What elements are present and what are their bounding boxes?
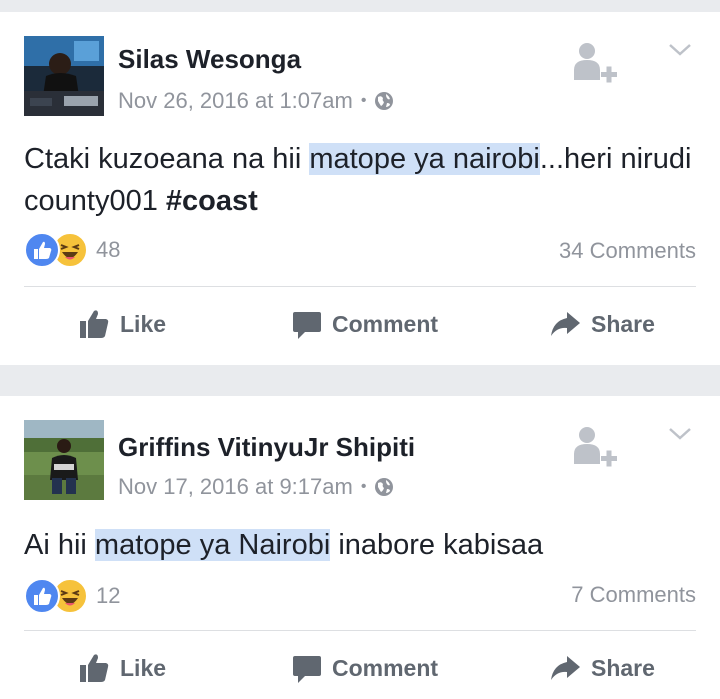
reactions-summary[interactable]: 12 xyxy=(24,578,120,614)
comment-label: Comment xyxy=(332,654,439,681)
comment-icon xyxy=(293,656,321,683)
comment-count[interactable]: 7 Comments xyxy=(571,582,696,608)
highlighted-phrase: matope ya nairobi xyxy=(309,143,540,175)
avatar[interactable] xyxy=(24,420,104,500)
divider xyxy=(24,630,696,631)
feed-post: Silas Wesonga Nov 26, 2016 at 1:07am • C… xyxy=(0,12,720,365)
post-text-end: inabore kabisaa xyxy=(330,529,544,561)
post-meta: Nov 26, 2016 at 1:07am • xyxy=(118,88,394,114)
share-label: Share xyxy=(591,310,655,337)
like-reaction-icon xyxy=(24,232,60,268)
globe-icon xyxy=(374,477,394,497)
reaction-count: 12 xyxy=(96,583,121,608)
comment-icon xyxy=(293,312,321,339)
like-label: Like xyxy=(120,310,167,337)
feed-post: Griffins VitinyuJr Shipiti Nov 17, 2016 … xyxy=(0,396,720,699)
add-friend-icon[interactable] xyxy=(568,424,620,476)
share-button[interactable]: Share xyxy=(549,308,655,340)
share-icon xyxy=(551,656,580,680)
like-button[interactable]: Like xyxy=(78,652,166,684)
comment-label: Comment xyxy=(332,310,439,337)
like-button[interactable]: Like xyxy=(78,308,166,340)
post-text: Ctaki kuzoeana na hii matope ya nairobi.… xyxy=(24,138,696,222)
post-author[interactable]: Silas Wesonga xyxy=(118,44,301,75)
chevron-down-icon[interactable] xyxy=(668,426,692,442)
post-text-start: Ctaki kuzoeana na hii xyxy=(24,143,310,175)
highlighted-phrase: matope ya Nairobi xyxy=(94,529,331,561)
globe-icon xyxy=(374,91,394,111)
meta-separator: • xyxy=(360,92,367,109)
reaction-count: 48 xyxy=(96,237,121,262)
comment-count[interactable]: 34 Comments xyxy=(559,238,696,264)
avatar[interactable] xyxy=(24,36,104,116)
share-label: Share xyxy=(591,654,655,681)
post-author[interactable]: Griffins VitinyuJr Shipiti xyxy=(118,432,415,463)
feed-gap xyxy=(0,0,720,12)
add-friend-icon[interactable] xyxy=(568,40,620,92)
thumbs-up-icon xyxy=(80,310,109,338)
like-reaction-icon xyxy=(24,578,60,614)
chevron-down-icon[interactable] xyxy=(668,42,692,58)
post-text-start: Ai hii xyxy=(24,529,95,561)
share-icon xyxy=(551,312,580,336)
reactions-summary[interactable]: 48 xyxy=(24,232,120,268)
post-text: Ai hii matope ya Nairobi inabore kabisaa xyxy=(24,524,696,566)
post-timestamp[interactable]: Nov 26, 2016 at 1:07am xyxy=(118,88,353,114)
comment-button[interactable]: Comment xyxy=(292,308,438,340)
hashtag-link[interactable]: #coast xyxy=(166,185,258,217)
post-timestamp[interactable]: Nov 17, 2016 at 9:17am xyxy=(118,474,353,500)
post-meta: Nov 17, 2016 at 9:17am • xyxy=(118,474,394,500)
comment-button[interactable]: Comment xyxy=(292,652,438,684)
like-label: Like xyxy=(120,654,167,681)
meta-separator: • xyxy=(360,478,367,495)
divider xyxy=(24,286,696,287)
thumbs-up-icon xyxy=(80,654,109,682)
share-button[interactable]: Share xyxy=(549,652,655,684)
